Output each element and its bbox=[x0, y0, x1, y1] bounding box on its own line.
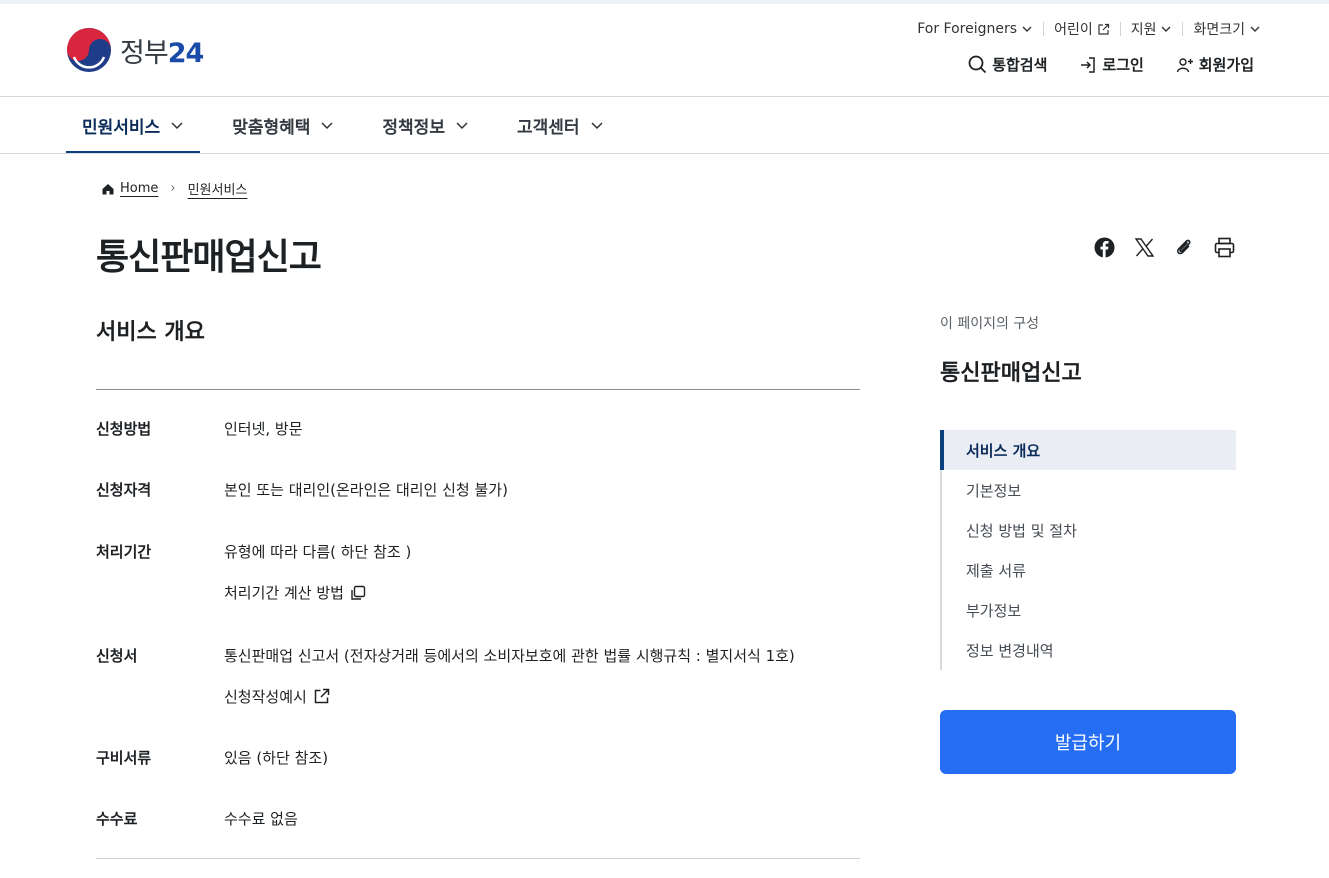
main-navigation: 민원서비스 맞춤형혜택 정책정보 고객센터 bbox=[66, 97, 636, 154]
period-calc-link[interactable]: 처리기간 계산 방법 bbox=[224, 582, 366, 603]
search-label: 통합검색 bbox=[992, 56, 1048, 74]
breadcrumb-current-link[interactable]: 민원서비스 bbox=[188, 179, 248, 198]
copy-link-button[interactable] bbox=[1173, 236, 1195, 258]
logo-number: 24 bbox=[167, 37, 205, 69]
signup-button[interactable]: 회원가입 bbox=[1176, 54, 1254, 75]
search-icon bbox=[968, 55, 987, 74]
fee-value: 수수료 없음 bbox=[224, 808, 298, 829]
utility-menu: For Foreigners 어린이 지원 화면크기 bbox=[907, 20, 1261, 38]
login-button[interactable]: 로그인 bbox=[1079, 54, 1144, 75]
form-example-link[interactable]: 신청작성예시 bbox=[224, 686, 330, 707]
page-toc: 서비스 개요 기본정보 신청 방법 및 절차 제출 서류 부가정보 정보 변경내… bbox=[940, 430, 1236, 670]
form-example-link-label: 신청작성예시 bbox=[224, 688, 307, 706]
method-label: 신청방법 bbox=[96, 420, 152, 438]
toc-title: 통신판매업신고 bbox=[940, 361, 1082, 386]
docs-label: 구비서류 bbox=[96, 749, 152, 767]
toc-item-additional-info[interactable]: 부가정보 bbox=[942, 590, 1236, 630]
period-label: 처리기간 bbox=[96, 543, 152, 561]
form-label: 신청서 bbox=[96, 647, 138, 665]
font-size-menu[interactable]: 화면크기 bbox=[1183, 20, 1261, 38]
auth-menu: 통합검색 로그인 회원가입 bbox=[936, 54, 1254, 75]
signup-label: 회원가입 bbox=[1198, 56, 1254, 74]
section-title: 서비스 개요 bbox=[96, 320, 205, 345]
logo-text: 정부24 bbox=[120, 31, 205, 70]
for-foreigners-link[interactable]: For Foreigners bbox=[907, 20, 1043, 38]
gnb-item-customer-center[interactable]: 고객센터 bbox=[501, 97, 620, 153]
chevron-down-icon bbox=[456, 122, 468, 130]
chevron-down-icon bbox=[321, 122, 333, 130]
share-tools bbox=[1075, 236, 1235, 258]
chevron-down-icon bbox=[1250, 26, 1260, 32]
fee-label: 수수료 bbox=[96, 810, 138, 828]
gov24-logo[interactable]: 정부24 bbox=[66, 27, 205, 73]
gnb-item-policy[interactable]: 정책정보 bbox=[366, 97, 485, 153]
period-value-text: 유형에 따라 다름( 하단 참조 ) bbox=[224, 543, 412, 561]
eligibility-value: 본인 또는 대리인(온라인은 대리인 신청 불가) bbox=[224, 479, 508, 500]
breadcrumb-home-link[interactable]: Home bbox=[120, 181, 158, 196]
breadcrumb: Home › 민원서비스 bbox=[101, 179, 247, 198]
print-button[interactable] bbox=[1213, 236, 1235, 258]
form-value-text: 통신판매업 신고서 (전자상거래 등에서의 소비자보호에 관한 법률 시행규칙 … bbox=[224, 647, 795, 665]
link-icon bbox=[1176, 239, 1191, 255]
toc-item-procedure[interactable]: 신청 방법 및 절차 bbox=[942, 510, 1236, 550]
facebook-share-button[interactable] bbox=[1093, 236, 1115, 258]
toc-item-overview[interactable]: 서비스 개요 bbox=[940, 430, 1236, 470]
kids-link[interactable]: 어린이 bbox=[1044, 20, 1120, 38]
table-top-border bbox=[96, 389, 860, 390]
popup-icon bbox=[351, 585, 366, 600]
docs-value-text: 있음 (하단 참조) bbox=[224, 749, 329, 767]
chevron-right-icon: › bbox=[170, 181, 176, 196]
login-icon bbox=[1081, 56, 1096, 73]
table-bottom-border bbox=[96, 858, 860, 859]
x-share-button[interactable] bbox=[1133, 236, 1155, 258]
facebook-icon bbox=[1094, 237, 1114, 257]
taegeuk-logo-icon bbox=[67, 28, 111, 72]
eligibility-value-text: 본인 또는 대리인(온라인은 대리인 신청 불가) bbox=[224, 481, 508, 499]
navigation-divider bbox=[0, 153, 1329, 154]
home-icon bbox=[102, 183, 114, 194]
eligibility-label: 신청자격 bbox=[96, 481, 152, 499]
gnb-label: 민원서비스 bbox=[82, 117, 161, 138]
for-foreigners-label: For Foreigners bbox=[917, 21, 1018, 37]
top-strip bbox=[0, 0, 1329, 4]
gnb-item-civil-services[interactable]: 민원서비스 bbox=[66, 97, 201, 154]
chevron-down-icon bbox=[591, 122, 603, 130]
gnb-label: 고객센터 bbox=[516, 117, 580, 138]
chevron-down-icon bbox=[171, 122, 183, 130]
login-label: 로그인 bbox=[1102, 56, 1144, 74]
chevron-down-icon bbox=[1022, 26, 1032, 32]
print-icon bbox=[1214, 237, 1234, 257]
x-icon bbox=[1134, 237, 1154, 257]
support-label: 지원 bbox=[1130, 22, 1157, 38]
chevron-down-icon bbox=[1161, 26, 1171, 32]
integrated-search-button[interactable]: 통합검색 bbox=[968, 54, 1047, 75]
fee-value-text: 수수료 없음 bbox=[224, 810, 298, 828]
logo-word: 정부 bbox=[120, 37, 169, 69]
page-title: 통신판매업신고 bbox=[96, 237, 322, 278]
issue-button[interactable]: 발급하기 bbox=[940, 710, 1236, 774]
form-value: 통신판매업 신고서 (전자상거래 등에서의 소비자보호에 관한 법률 시행규칙 … bbox=[224, 645, 795, 666]
external-link-icon bbox=[314, 688, 330, 704]
add-user-icon bbox=[1176, 57, 1193, 72]
support-menu[interactable]: 지원 bbox=[1121, 20, 1183, 38]
toc-item-documents[interactable]: 제출 서류 bbox=[942, 550, 1236, 590]
gnb-label: 맞춤형혜택 bbox=[232, 117, 311, 138]
toc-caption: 이 페이지의 구성 bbox=[940, 316, 1040, 332]
toc-item-basic-info[interactable]: 기본정보 bbox=[942, 470, 1236, 510]
toc-item-change-history[interactable]: 정보 변경내역 bbox=[942, 630, 1236, 670]
external-link-icon bbox=[1098, 23, 1109, 35]
method-value: 인터넷, 방문 bbox=[224, 418, 303, 439]
period-calc-link-label: 처리기간 계산 방법 bbox=[224, 584, 344, 602]
gnb-item-benefits[interactable]: 맞춤형혜택 bbox=[216, 97, 350, 153]
kids-label: 어린이 bbox=[1054, 22, 1093, 38]
gnb-label: 정책정보 bbox=[382, 117, 445, 138]
font-size-label: 화면크기 bbox=[1193, 22, 1245, 38]
method-value-text: 인터넷, 방문 bbox=[224, 420, 303, 438]
docs-value: 있음 (하단 참조) bbox=[224, 747, 328, 768]
period-value: 유형에 따라 다름( 하단 참조 ) bbox=[224, 541, 411, 562]
